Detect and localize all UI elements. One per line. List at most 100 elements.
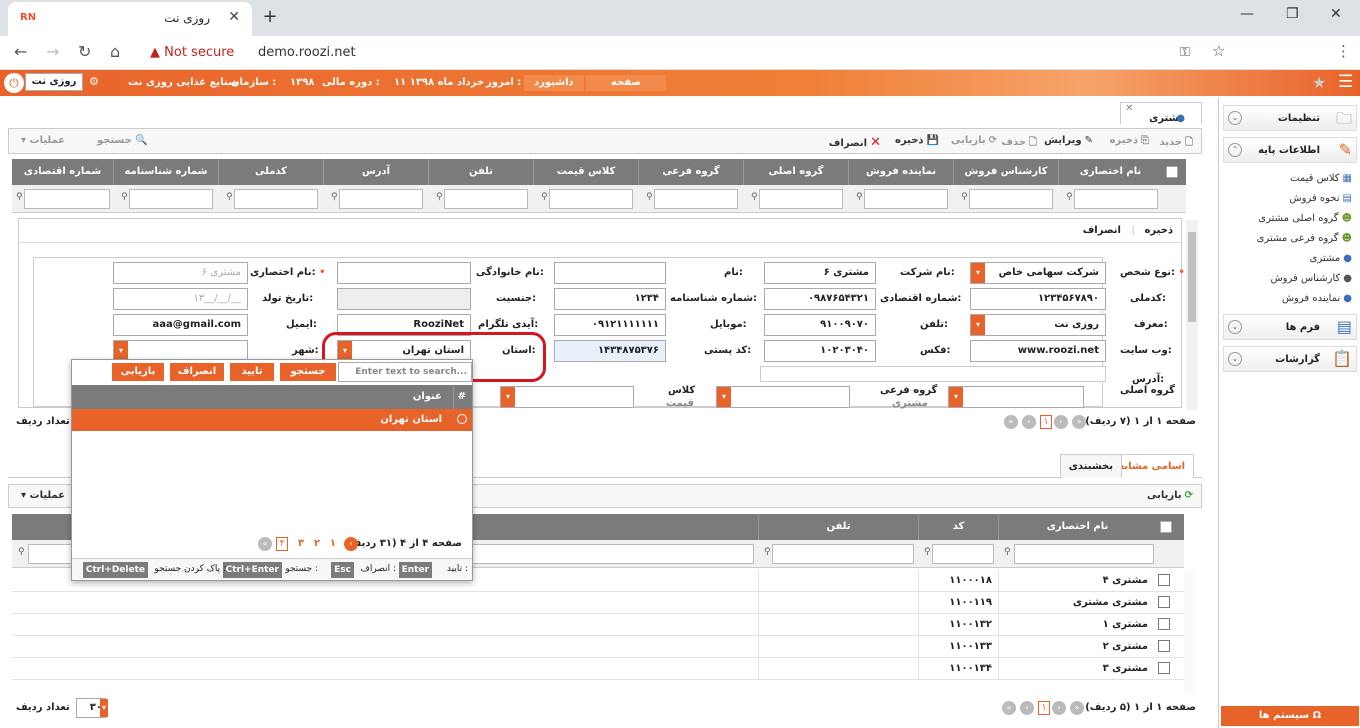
col-national-code[interactable]: کدملی [218,159,323,185]
filter-input[interactable] [772,544,914,564]
filter-input[interactable] [444,189,528,209]
last-name-input[interactable] [337,262,471,284]
company-name-input[interactable]: مشتری ۶ [764,262,876,284]
tab-customer[interactable]: مشتری ● ✕ [1120,102,1202,124]
table-row[interactable]: مشتری مشتری ۱۱۰۰۱۱۹ [12,592,1184,614]
col-sales-expert[interactable]: کارشناس فروش [953,159,1058,185]
search-button[interactable]: جستجو 🔍 [97,135,147,146]
page-link-2[interactable]: ۲ [314,538,320,549]
popup-refresh-button[interactable]: بازیابی [112,363,164,381]
lower-refresh-button[interactable]: بازیابی ⟳ [1147,490,1193,501]
sidebar-section-reports[interactable]: ⌄ گزارشات 📋 [1223,346,1357,372]
last-page-icon[interactable]: « [258,537,272,551]
filter-icon[interactable]: ⚲ [764,547,771,557]
sub-group-select[interactable] [716,386,850,408]
filter-icon[interactable]: ⚲ [751,192,758,202]
filter-input[interactable] [1014,544,1154,564]
current-page[interactable]: ۱ [1040,415,1052,429]
table-row[interactable]: مشتری ۳ ۱۱۰۰۱۳۴ [12,658,1184,680]
lower-operations-dropdown[interactable]: ▾ عملیات [21,490,65,501]
user-box[interactable]: روزی نت [25,73,83,91]
url-text[interactable]: demo.roozi.net [258,45,356,60]
referrer-select[interactable]: روزی نت [970,314,1106,336]
back-icon[interactable]: ← [14,42,27,61]
filter-input[interactable] [932,544,994,564]
filter-icon[interactable]: ⚲ [121,192,128,202]
short-name-input[interactable]: مشتری ۶ [113,262,248,284]
sidebar-item-main-group[interactable]: گروه اصلی مشتری ☻ [1258,213,1352,224]
key-icon[interactable]: ⚿ [1180,45,1190,60]
filter-input[interactable] [549,189,633,209]
tab-division[interactable]: بخشبندی [1059,454,1122,478]
filter-input[interactable] [129,189,213,209]
col-price-class[interactable]: کلاس قیمت [533,159,638,185]
id-no-input[interactable]: ۱۲۳۴ [554,288,666,310]
filter-input[interactable] [969,189,1053,209]
popup-search-input[interactable]: Enter text to search... [338,362,472,382]
row-checkbox[interactable] [1158,574,1170,586]
systems-footer-button[interactable]: سیستم ها Ω [1221,706,1359,726]
chevron-down-icon[interactable]: ⌄ [1228,111,1242,125]
address-input[interactable] [760,366,1106,382]
filter-icon[interactable]: ⚲ [1004,547,1011,557]
last-page-icon[interactable]: « [1004,415,1018,429]
filter-input[interactable] [1074,189,1158,209]
form-scrollbar[interactable] [1186,220,1198,410]
form-cancel-button[interactable]: انصراف [1083,225,1121,236]
col-sales-agent[interactable]: نماینده فروش [848,159,953,185]
favorites-star-icon[interactable]: ★ [1312,73,1326,92]
next-page-icon[interactable]: ‹ [1020,701,1034,715]
sidebar-item-sales-method[interactable]: نحوه فروش ▤ [1289,193,1352,204]
filter-icon[interactable]: ⚲ [541,192,548,202]
minimize-icon[interactable]: — [1240,6,1254,22]
filter-icon[interactable]: ⚲ [16,192,23,202]
col-phone[interactable]: تلفن [428,159,533,185]
price-class-select[interactable] [500,386,634,408]
browser-tab[interactable]: RN روزی نت ✕ [8,2,252,36]
dropdown-arrow-icon[interactable]: ▾ [501,387,515,407]
operations-dropdown[interactable]: ▾ عملیات [21,135,65,146]
forward-icon[interactable]: → [46,42,59,61]
email-input[interactable]: aaa@gmail.com [113,314,248,336]
mobile-input[interactable]: ۰۹۱۲۱۱۱۱۱۱۱ [554,314,666,336]
dropdown-arrow-icon[interactable]: ▾ [100,699,108,717]
refresh-button[interactable]: بازیابی ⟳ [951,135,997,146]
close-tab-icon[interactable]: ✕ [228,9,240,25]
filter-input[interactable] [864,189,948,209]
chevron-up-icon[interactable]: ⌃ [1228,143,1242,157]
sidebar-section-settings[interactable]: ⌄ تنظیمات 🗀 [1223,105,1357,131]
col-short-name[interactable]: نام اختصاری [1058,159,1162,185]
scroll-thumb[interactable] [1188,232,1196,322]
filter-input[interactable] [339,189,423,209]
col-code[interactable]: کد [918,514,998,540]
sidebar-item-sub-group[interactable]: گروه فرعی مشتری ☻ [1257,233,1352,244]
popup-search-button[interactable]: جستجو [280,363,336,381]
next-page-icon[interactable]: ‹ [344,537,358,551]
filter-icon[interactable]: ⚲ [646,192,653,202]
delete-button[interactable]: حذف 🗋 [1001,135,1037,152]
current-page[interactable]: ۴ [276,537,288,551]
not-secure-warning[interactable]: ▲ Not secure [150,45,234,60]
reload-icon[interactable]: ↻ [78,42,91,61]
power-icon[interactable]: ⏻ [4,73,24,93]
filter-icon[interactable]: ⚲ [436,192,443,202]
dropdown-arrow-icon[interactable]: ▾ [114,341,128,361]
row-checkbox[interactable] [1158,618,1170,630]
settings-icon[interactable]: ⚙ [89,75,99,88]
popup-confirm-button[interactable]: تایید [230,363,274,381]
national-code-input[interactable]: ۱۲۳۴۵۶۷۸۹۰ [970,288,1106,310]
prev-page-icon[interactable]: › [1052,701,1066,715]
select-all-checkbox[interactable] [1160,521,1172,533]
col-sub-group[interactable]: گروه فرعی [638,159,743,185]
sidebar-item-customer[interactable]: مشتری ● [1310,253,1352,264]
dropdown-arrow-icon[interactable]: ▾ [949,387,963,407]
col-address[interactable]: آدرس [323,159,428,185]
popup-cancel-button[interactable]: انصراف [170,363,224,381]
prev-page-icon[interactable]: › [1054,415,1068,429]
filter-icon[interactable]: ⚲ [961,192,968,202]
row-checkbox[interactable] [1158,640,1170,652]
row-checkbox[interactable] [1158,662,1170,674]
filter-input[interactable] [654,189,738,209]
col-short-name[interactable]: نام اختصاری [998,514,1156,540]
radio-icon[interactable] [457,414,467,424]
